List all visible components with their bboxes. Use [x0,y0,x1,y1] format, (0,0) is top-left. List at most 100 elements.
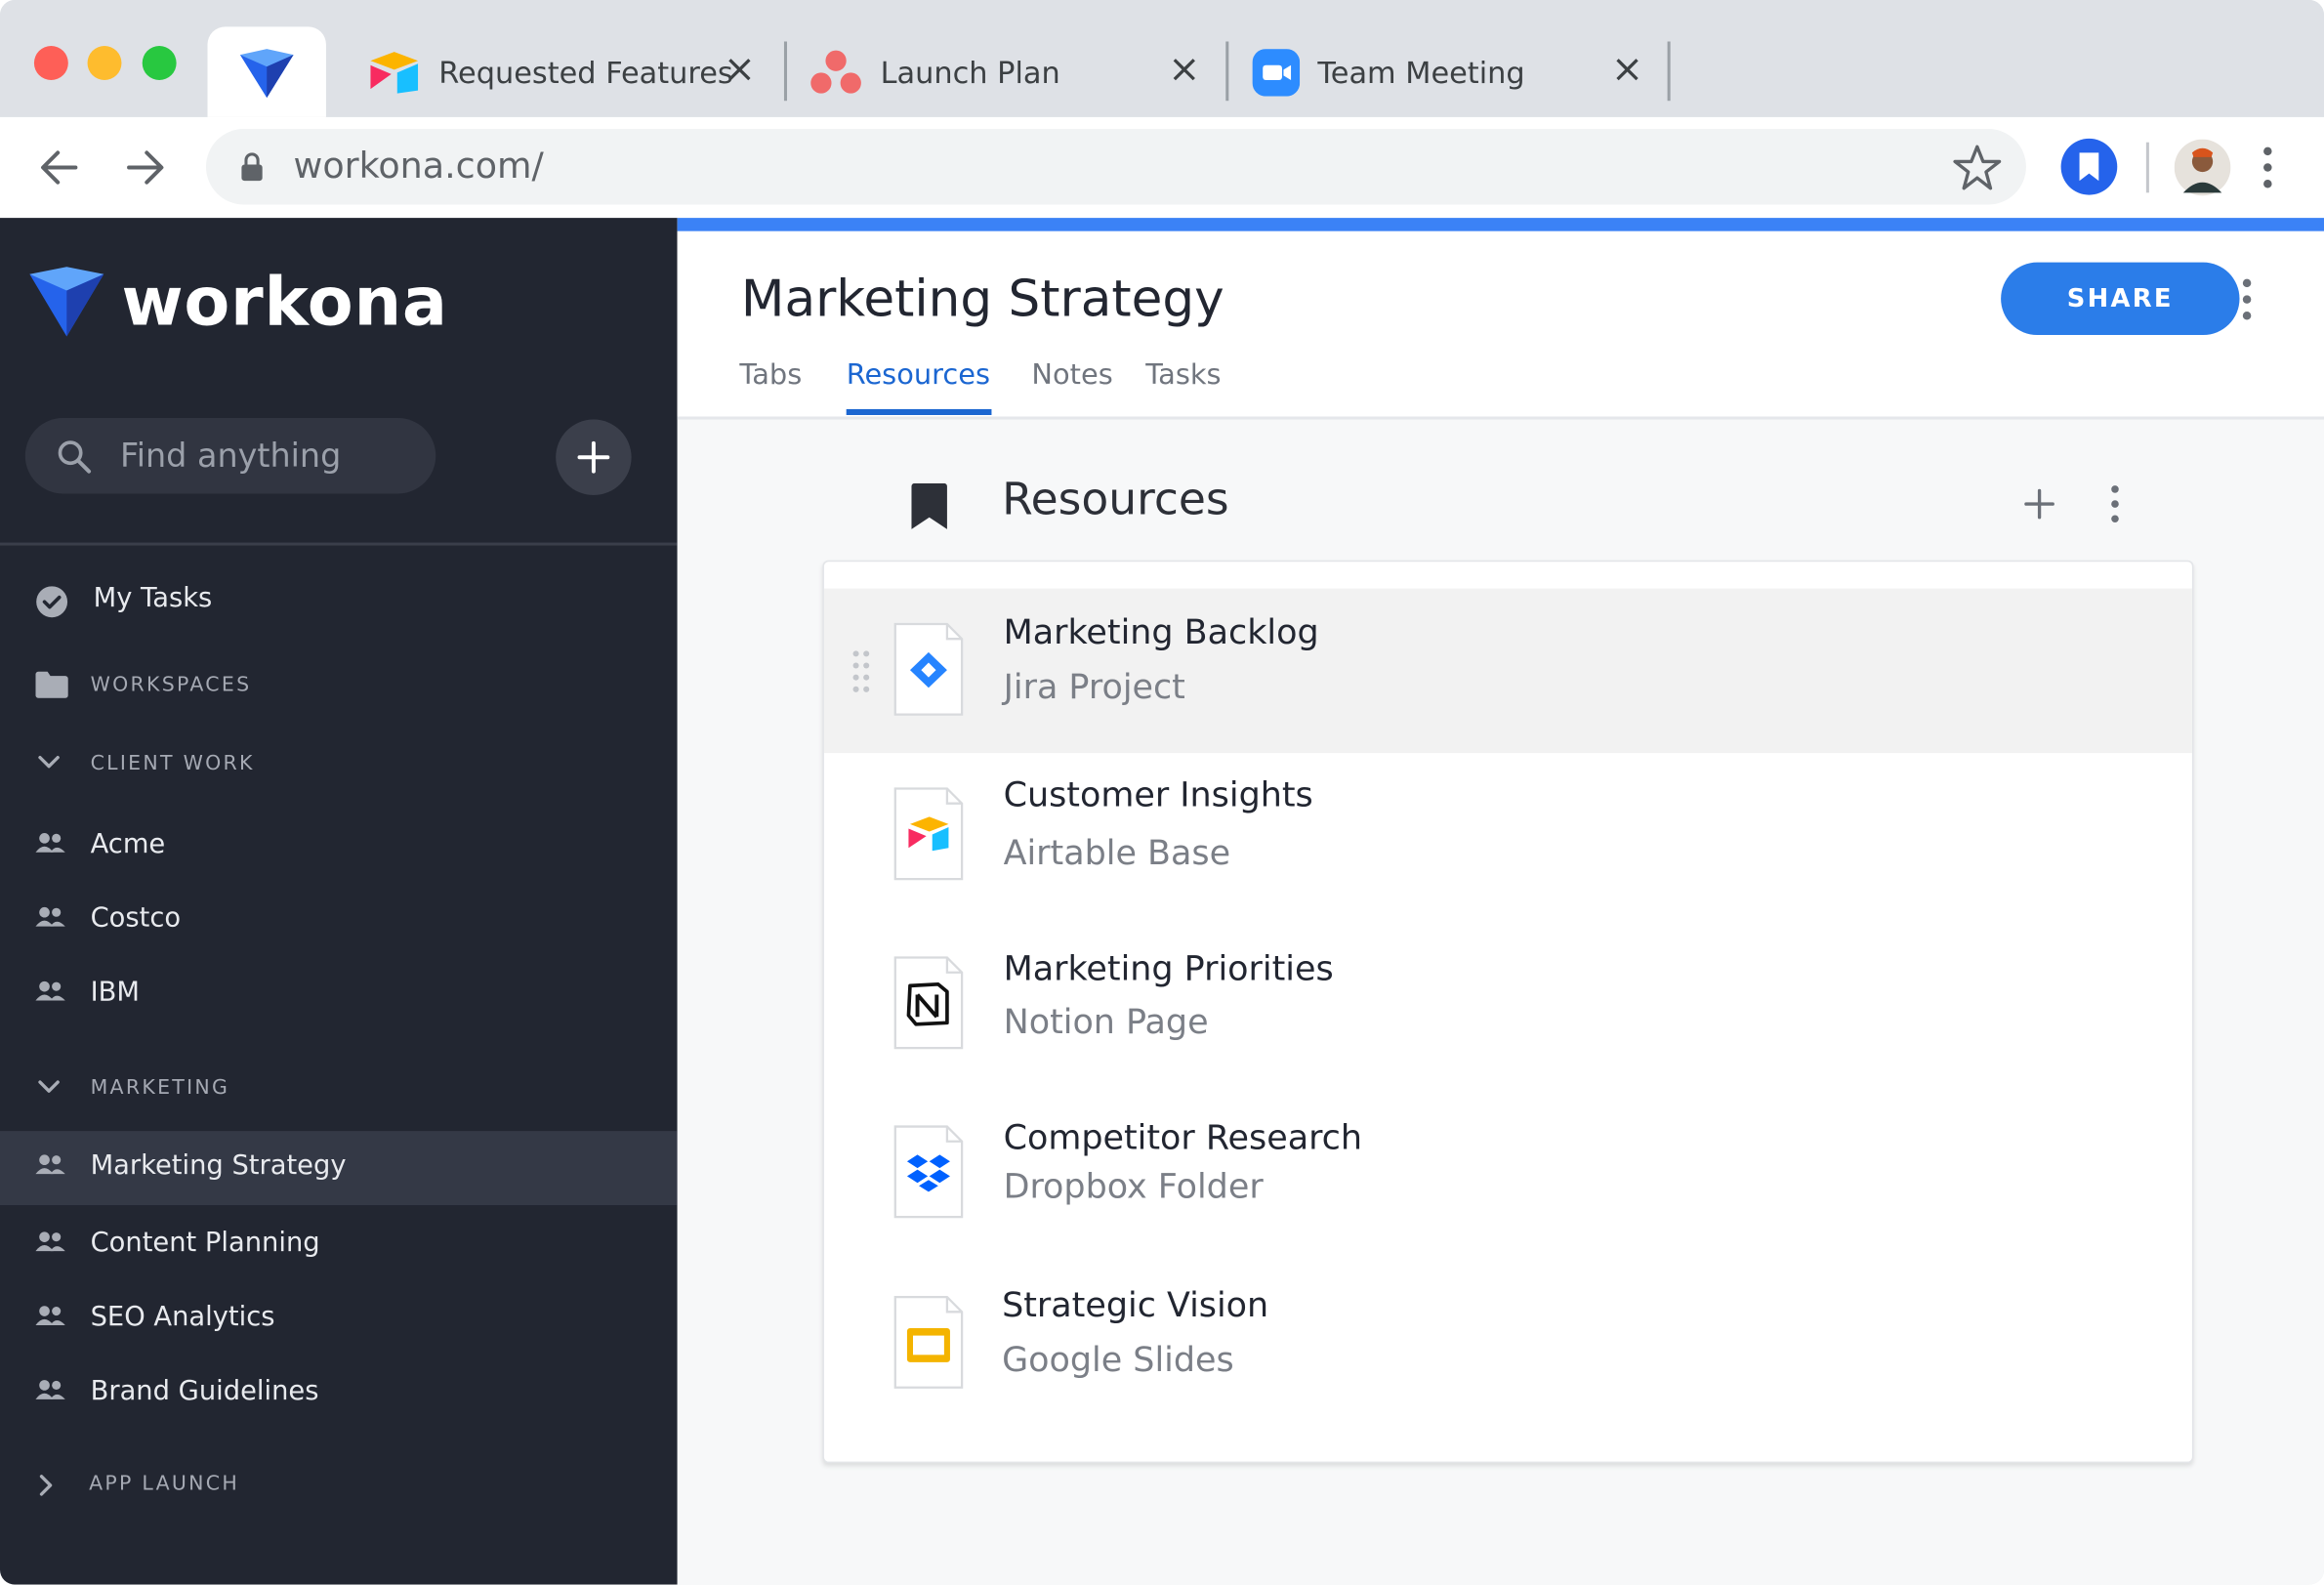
tab-workona[interactable] [207,26,326,117]
share-button[interactable]: SHARE [2001,262,2240,336]
asana-icon [810,49,861,93]
tab-tabs[interactable]: Tabs [739,358,802,391]
resource-name: Customer Insights [1003,776,1313,815]
star-icon[interactable] [1952,143,2003,193]
tab-resources[interactable]: Resources [847,358,990,391]
tab-title: Team Meeting [1317,54,1525,90]
dropbox-icon [893,1125,964,1219]
sidebar-item-brand-guidelines[interactable]: Brand Guidelines [0,1357,678,1432]
sidebar-item-acme[interactable]: Acme [0,811,678,885]
top-accent-bar [677,218,2324,231]
toolbar-separator [2145,142,2149,193]
workspaces-header: WORKSPACES [90,673,252,697]
page-title: Marketing Strategy [740,270,1224,329]
search-box[interactable] [24,418,436,494]
maximize-window-button[interactable] [142,46,177,80]
workspace-header: Marketing Strategy SHARE Tabs Resources … [677,230,2324,420]
address-bar[interactable]: workona.com/ [205,129,2026,205]
active-tab-indicator [846,408,992,416]
airtable-icon [893,787,964,881]
people-icon [35,1306,65,1325]
add-workspace-button[interactable] [556,419,632,495]
browser-window: Requested Features × Launch Plan × Team … [0,0,2324,1585]
chevron-down-icon [38,1080,60,1093]
tab-tasks[interactable]: Tasks [1145,358,1221,391]
resource-item[interactable]: Customer Insights Airtable Base [824,758,2192,922]
workona-logo-icon [29,267,104,337]
tab-title: Requested Features [438,54,733,90]
sidebar-item-label: SEO Analytics [90,1301,275,1333]
bookmark-icon [911,482,947,529]
lock-icon [241,152,263,182]
resource-item[interactable]: Strategic Vision Google Slides [824,1265,2192,1429]
browser-menu-icon[interactable] [2253,144,2282,191]
minimize-window-button[interactable] [87,46,122,80]
browser-toolbar: workona.com/ [0,116,2324,219]
sidebar-item-label: Brand Guidelines [90,1375,319,1407]
check-circle-icon [36,586,68,618]
people-icon [35,833,65,853]
group-title: APP LAUNCH [89,1472,240,1496]
group-marketing[interactable]: MARKETING [0,1051,678,1122]
tab-requested-features[interactable]: Requested Features × [344,26,781,117]
sidebar-item-my-tasks[interactable]: My Tasks [0,564,678,639]
group-client-work[interactable]: CLIENT WORK [0,727,678,798]
folder-icon [35,671,68,698]
back-arrow-icon[interactable] [32,141,86,194]
chevron-right-icon [39,1475,53,1496]
resource-name: Strategic Vision [1002,1286,1269,1325]
url-text: workona.com/ [293,145,544,188]
close-tab-icon[interactable]: × [722,51,757,89]
search-input[interactable] [116,431,428,482]
resource-item[interactable]: Marketing Priorities Notion Page [824,927,2192,1091]
resource-type: Airtable Base [1003,834,1231,874]
sidebar-item-label: My Tasks [93,582,213,614]
section-title: Resources [1002,474,1229,526]
close-tab-icon[interactable]: × [1609,51,1644,89]
tab-strip: Requested Features × Launch Plan × Team … [0,0,2324,117]
tab-launch-plan[interactable]: Launch Plan × [785,26,1225,117]
resources-card: Marketing Backlog Jira Project Customer … [822,560,2194,1464]
forward-arrow-icon[interactable] [118,141,172,194]
sidebar-item-label: Marketing Strategy [90,1149,347,1182]
sidebar-divider [0,542,678,546]
sidebar-item-marketing-strategy[interactable]: Marketing Strategy [0,1131,678,1206]
sidebar-item-label: Costco [90,902,182,935]
notion-icon [893,956,964,1050]
sidebar-item-ibm[interactable]: IBM [0,959,678,1033]
drag-handle-icon[interactable] [851,647,871,695]
tab-title: Launch Plan [880,54,1060,90]
sidebar-item-content-planning[interactable]: Content Planning [0,1210,678,1284]
workspace-menu-icon[interactable] [2232,275,2262,323]
add-resource-icon[interactable] [2023,487,2055,520]
people-icon [35,906,65,927]
sidebar-item-label: Acme [90,828,166,860]
resource-item[interactable]: Competitor Research Dropbox Folder [824,1096,2192,1260]
plus-icon [577,440,610,474]
bookmark-extension-icon[interactable] [2060,138,2118,195]
sidebar-item-seo-analytics[interactable]: SEO Analytics [0,1283,678,1357]
resources-menu-icon[interactable] [2100,481,2130,526]
people-icon [35,980,65,1001]
sidebar-item-label: Content Planning [90,1227,320,1259]
close-tab-icon[interactable]: × [1167,51,1202,89]
close-window-button[interactable] [33,46,68,80]
sidebar: workona My Tasks WORKSPACES [0,218,678,1585]
group-app-launch[interactable]: APP LAUNCH [0,1448,678,1520]
avatar[interactable] [2174,139,2231,196]
airtable-icon [370,51,419,93]
sidebar-item-costco[interactable]: Costco [0,885,678,959]
tab-notes[interactable]: Notes [1031,358,1112,391]
search-icon [58,440,92,474]
resource-item[interactable]: Marketing Backlog Jira Project [823,588,2192,754]
people-icon [35,1380,65,1399]
tab-team-meeting[interactable]: Team Meeting × [1228,26,1669,117]
google-slides-icon [893,1295,964,1389]
workona-icon [239,48,294,98]
main-panel: Marketing Strategy SHARE Tabs Resources … [677,218,2324,1585]
resource-type: Google Slides [1002,1341,1234,1381]
sidebar-item-label: IBM [90,977,140,1009]
jira-icon [893,622,964,716]
resource-type: Dropbox Folder [1003,1168,1264,1207]
group-title: CLIENT WORK [90,751,255,775]
